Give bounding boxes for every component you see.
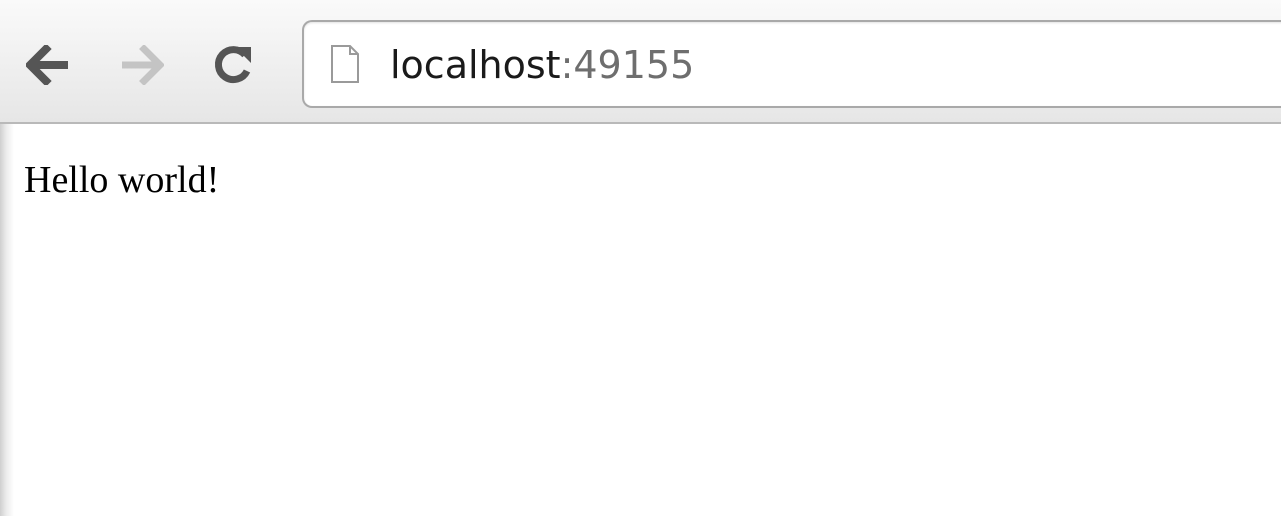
browser-window: localhost:49155 Hello world! (0, 0, 1281, 516)
reload-button[interactable] (206, 38, 260, 92)
url-port: :49155 (560, 43, 695, 87)
browser-toolbar: localhost:49155 (0, 0, 1281, 124)
arrow-left-icon (26, 45, 68, 85)
url-host: localhost (390, 43, 561, 87)
address-bar[interactable]: localhost:49155 (302, 20, 1281, 108)
forward-button[interactable] (114, 38, 168, 92)
page-body-text: Hello world! (24, 159, 220, 201)
blank-page-icon (331, 45, 359, 83)
arrow-right-icon (122, 45, 164, 85)
reload-icon (215, 46, 251, 84)
url-text[interactable]: localhost:49155 (390, 38, 694, 92)
page-content: Hello world! (0, 124, 1281, 516)
left-edge-shadow (0, 124, 14, 516)
back-button[interactable] (22, 38, 76, 92)
